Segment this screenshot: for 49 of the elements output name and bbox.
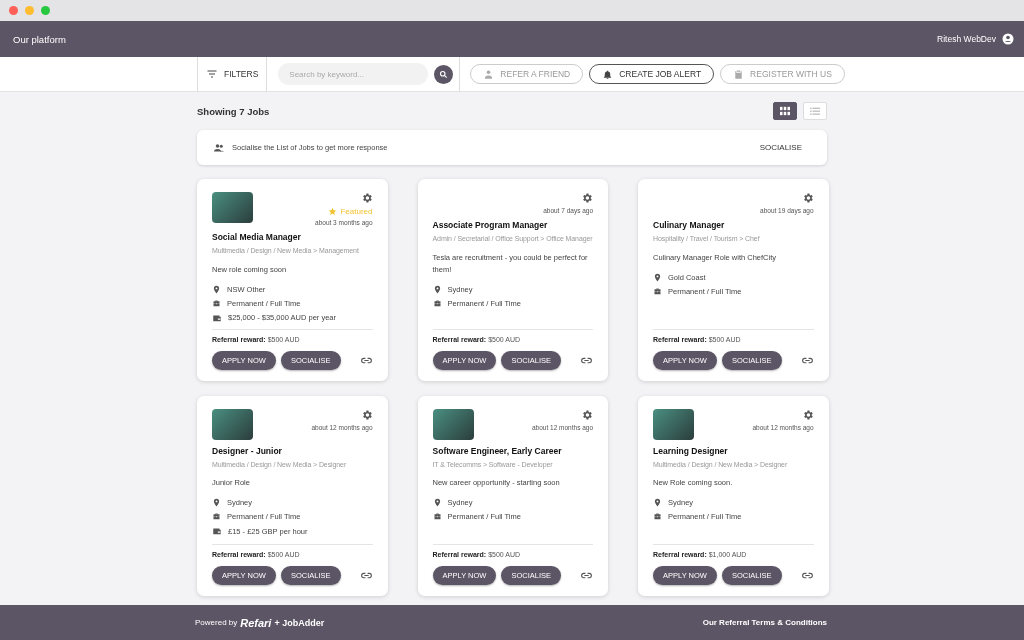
location-pin-icon (653, 272, 663, 282)
briefcase-icon (212, 298, 221, 308)
wallet-icon (212, 526, 222, 536)
job-title[interactable]: Software Engineer, Early Career (432, 445, 594, 456)
search-icon (439, 69, 449, 79)
location-pin-icon (432, 284, 442, 294)
person-icon (483, 68, 495, 80)
search-field[interactable]: Search by keyword... (278, 63, 429, 85)
briefcase-icon (653, 286, 663, 296)
socialise-list-button[interactable]: SOCIALISE (759, 143, 802, 152)
people-icon (213, 141, 225, 154)
user-account-icon[interactable] (1002, 33, 1014, 45)
grid-icon (780, 106, 790, 116)
job-title[interactable]: Learning Designer (653, 445, 814, 456)
alert-button[interactable]: CREATE JOB ALERT (589, 64, 715, 84)
clipboard-icon (733, 68, 745, 80)
settings-icon[interactable] (801, 192, 814, 204)
grid-view-button[interactable] (773, 102, 797, 120)
settings-icon[interactable] (360, 408, 373, 421)
powered-by-text: Powered by (195, 618, 238, 627)
location-pin-icon (432, 498, 442, 507)
star-icon (328, 207, 338, 216)
jobs-count: Showing 7 Jobs (197, 105, 270, 117)
job-title[interactable]: Culinary Manager (653, 220, 814, 230)
filters-button[interactable]: FILTERS (197, 57, 268, 91)
list-icon (810, 106, 820, 116)
location-pin-icon (212, 498, 221, 507)
brand-logo: Refari (240, 616, 272, 629)
briefcase-icon (432, 512, 442, 521)
briefcase-icon (653, 512, 663, 521)
briefcase-icon (432, 298, 442, 308)
location-pin-icon (212, 284, 221, 294)
settings-icon[interactable] (360, 192, 373, 204)
job-title[interactable]: Social Media Manager (212, 232, 373, 242)
user-name[interactable]: Ritesh WebDev (937, 34, 996, 44)
bell-icon (602, 68, 614, 80)
settings-icon[interactable] (581, 408, 594, 421)
filter-icon (206, 68, 218, 80)
search-button[interactable] (434, 64, 454, 84)
location-pin-icon (653, 498, 663, 507)
platform-title: Our platform (13, 33, 66, 45)
job-title[interactable]: Associate Program Manager (432, 220, 594, 230)
briefcase-icon (212, 512, 221, 521)
settings-icon[interactable] (801, 408, 814, 421)
settings-icon[interactable] (581, 192, 594, 204)
job-title[interactable]: Designer - Junior (212, 445, 373, 456)
terms-link[interactable]: Our Referral Terms & Conditions (702, 618, 827, 627)
partner-name: + JobAdder (274, 617, 325, 628)
featured-label: Featured (340, 207, 373, 216)
